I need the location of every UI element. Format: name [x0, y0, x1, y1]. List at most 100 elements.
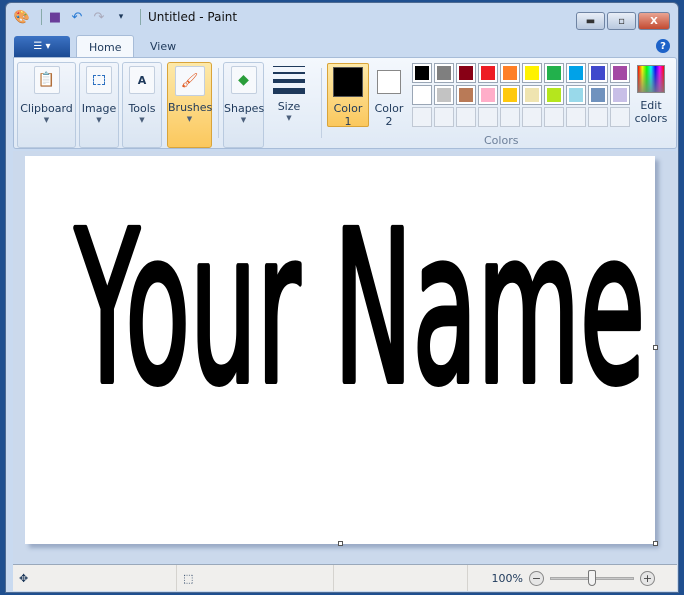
size-button[interactable]: Size ▼	[269, 62, 309, 148]
edit-colors-label: Edit	[640, 99, 662, 112]
custom-color-slot[interactable]	[566, 107, 586, 127]
zoom-out-button[interactable]: −	[529, 570, 544, 586]
tools-icon: A	[129, 66, 155, 94]
swatch	[459, 88, 473, 102]
palette-color-2[interactable]	[456, 63, 476, 83]
custom-color-slot[interactable]	[434, 107, 454, 127]
palette-color-15[interactable]	[522, 85, 542, 105]
color2-button[interactable]: Color 2	[371, 63, 407, 128]
palette-color-3[interactable]	[478, 63, 498, 83]
custom-color-slot[interactable]	[544, 107, 564, 127]
custom-color-slot[interactable]	[500, 107, 520, 127]
palette-color-10[interactable]	[412, 85, 432, 105]
handwritten-drawing: Your Name	[71, 183, 648, 434]
edit-colors-button[interactable]: Edit colors	[634, 63, 668, 125]
clipboard-icon: 📋	[33, 66, 60, 94]
palette-color-13[interactable]	[478, 85, 498, 105]
swatch	[547, 88, 561, 102]
customize-quick-access-icon[interactable]: ▾	[113, 9, 129, 25]
color-palette	[412, 63, 630, 127]
redo-icon[interactable]: ↷	[91, 9, 107, 25]
swatch	[613, 88, 627, 102]
custom-color-slot[interactable]	[412, 107, 432, 127]
custom-color-slot[interactable]	[478, 107, 498, 127]
shapes-button[interactable]: ◆ Shapes ▼	[223, 62, 264, 148]
image-size	[334, 565, 468, 591]
swatch	[591, 88, 605, 102]
palette-color-11[interactable]	[434, 85, 454, 105]
clipboard-label: Clipboard	[20, 102, 73, 115]
ribbon: 📋 Clipboard ▼ Image ▼ A Tools ▼ 🖌 Brushes ▼ …	[13, 57, 677, 149]
shapes-icon: ◆	[230, 66, 257, 94]
swatch	[437, 88, 451, 102]
swatch	[503, 88, 517, 102]
drawn-text: Your Name	[74, 186, 645, 431]
swatch	[503, 66, 517, 80]
divider	[321, 68, 322, 138]
swatch	[415, 66, 429, 80]
zoom-in-button[interactable]: +	[640, 570, 655, 586]
divider	[218, 68, 219, 138]
palette-color-1[interactable]	[434, 63, 454, 83]
palette-color-9[interactable]	[610, 63, 630, 83]
palette-color-8[interactable]	[588, 63, 608, 83]
brushes-button[interactable]: 🖌 Brushes ▼	[167, 62, 212, 148]
color1-label: Color	[333, 102, 363, 115]
swatch	[547, 66, 561, 80]
palette-color-12[interactable]	[456, 85, 476, 105]
size-icon	[273, 66, 305, 94]
tab-home[interactable]: Home	[76, 35, 135, 58]
color2-swatch	[377, 70, 401, 94]
save-icon[interactable]: ■	[47, 9, 63, 25]
resize-handle-right[interactable]	[653, 345, 658, 350]
move-cursor-icon: ✥	[19, 571, 29, 585]
palette-color-5[interactable]	[522, 63, 542, 83]
image-button[interactable]: Image ▼	[79, 62, 119, 148]
color-spectrum-icon	[637, 65, 665, 93]
canvas-area[interactable]: Your Name	[13, 151, 677, 563]
color1-button[interactable]: Color 1	[327, 63, 369, 128]
help-icon[interactable]: ?	[656, 39, 670, 53]
maximize-button[interactable]: ▫	[607, 12, 636, 30]
drawing-canvas[interactable]: Your Name	[25, 156, 655, 544]
palette-color-18[interactable]	[588, 85, 608, 105]
brush-icon: 🖌	[174, 66, 205, 96]
resize-handle-corner[interactable]	[653, 541, 658, 546]
ribbon-tabs: ☰ ▾ Home View ?	[14, 34, 674, 58]
swatch	[569, 88, 583, 102]
divider	[41, 9, 42, 25]
paint-window: 🎨 ■ ↶ ↷ ▾ Untitled - Paint ▬ ▫ X ☰ ▾ Hom…	[5, 2, 679, 593]
cursor-position: ✥	[13, 565, 177, 591]
palette-color-7[interactable]	[566, 63, 586, 83]
palette-color-0[interactable]	[412, 63, 432, 83]
palette-color-17[interactable]	[566, 85, 586, 105]
brushes-label: Brushes	[168, 101, 213, 114]
selection-size-icon: ⬚	[183, 571, 194, 585]
custom-color-slot[interactable]	[456, 107, 476, 127]
clipboard-button[interactable]: 📋 Clipboard ▼	[17, 62, 76, 148]
undo-icon[interactable]: ↶	[69, 9, 85, 25]
minimize-button[interactable]: ▬	[576, 12, 605, 30]
custom-color-slot[interactable]	[588, 107, 608, 127]
swatch	[569, 66, 583, 80]
palette-color-6[interactable]	[544, 63, 564, 83]
color1-swatch	[333, 67, 363, 97]
tools-button[interactable]: A Tools ▼	[122, 62, 162, 148]
palette-color-14[interactable]	[500, 85, 520, 105]
zoom-slider-thumb[interactable]	[588, 569, 596, 586]
selection-size: ⬚	[177, 565, 334, 591]
palette-color-19[interactable]	[610, 85, 630, 105]
zoom-level: 100%	[491, 571, 523, 585]
color2-number: 2	[385, 115, 393, 128]
divider	[140, 9, 141, 25]
resize-handle-bottom[interactable]	[338, 541, 343, 546]
custom-color-slot[interactable]	[522, 107, 542, 127]
palette-color-4[interactable]	[500, 63, 520, 83]
zoom-slider[interactable]	[550, 569, 634, 586]
close-button[interactable]: X	[638, 12, 670, 30]
paint-menu-button[interactable]: ☰ ▾	[14, 36, 70, 57]
tab-view[interactable]: View	[138, 35, 188, 58]
palette-color-16[interactable]	[544, 85, 564, 105]
paint-app-icon[interactable]: 🎨	[14, 9, 30, 25]
custom-color-slot[interactable]	[610, 107, 630, 127]
